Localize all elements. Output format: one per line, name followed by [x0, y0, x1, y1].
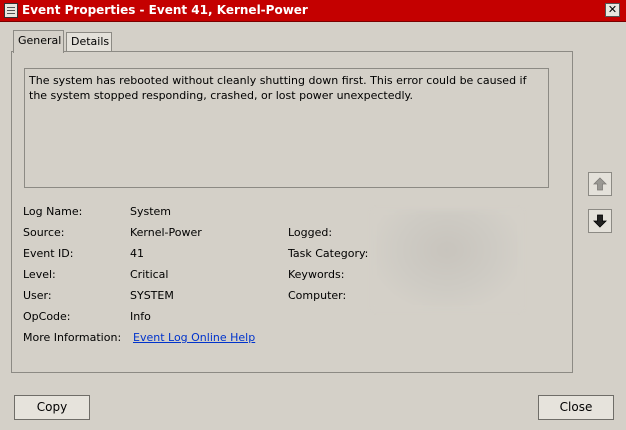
opcode-value: Info: [130, 310, 151, 323]
log-name-label: Log Name:: [23, 205, 83, 218]
task-category-label: Task Category:: [288, 247, 369, 260]
redacted-values: [372, 210, 522, 310]
close-icon[interactable]: ✕: [605, 3, 620, 17]
user-label: User:: [23, 289, 52, 302]
event-id-label: Event ID:: [23, 247, 74, 260]
arrow-up-icon: [593, 177, 607, 191]
source-value: Kernel-Power: [130, 226, 202, 239]
close-button[interactable]: Close: [538, 395, 614, 420]
tab-general[interactable]: General: [13, 30, 64, 53]
copy-button[interactable]: Copy: [14, 395, 90, 420]
level-label: Level:: [23, 268, 56, 281]
event-description[interactable]: The system has rebooted without cleanly …: [24, 68, 549, 188]
event-id-value: 41: [130, 247, 144, 260]
log-name-value: System: [130, 205, 172, 218]
window-title: Event Properties - Event 41, Kernel-Powe…: [22, 3, 308, 17]
title-bar[interactable]: Event Properties - Event 41, Kernel-Powe…: [0, 0, 626, 22]
computer-label: Computer:: [288, 289, 347, 302]
keywords-label: Keywords:: [288, 268, 345, 281]
logged-label: Logged:: [288, 226, 333, 239]
source-label: Source:: [23, 226, 65, 239]
user-value: SYSTEM: [130, 289, 174, 302]
tab-details[interactable]: Details: [66, 32, 112, 52]
opcode-label: OpCode:: [23, 310, 71, 323]
more-information-label: More Information:: [23, 331, 122, 344]
level-value: Critical: [130, 268, 169, 281]
event-log-online-help-link[interactable]: Event Log Online Help: [133, 331, 255, 344]
previous-event-button[interactable]: [588, 172, 612, 196]
arrow-down-icon: [593, 214, 607, 228]
next-event-button[interactable]: [588, 209, 612, 233]
event-viewer-icon: [4, 3, 18, 18]
